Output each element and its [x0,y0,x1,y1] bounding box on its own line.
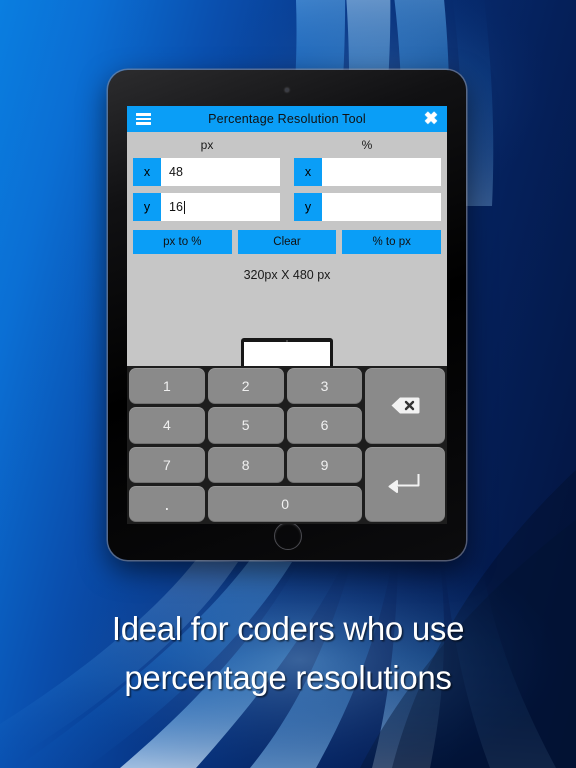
preview-field [244,342,330,366]
key-7[interactable]: 7 [129,446,205,483]
preview-dot-icon [286,340,288,342]
tablet-device: Percentage Resolution Tool ✖ px % x 48 x… [108,70,466,560]
caption-line-1: Ideal for coders who use [111,610,465,647]
keyboard-input-preview [241,338,333,366]
key-5[interactable]: 5 [207,407,284,444]
page-title: Percentage Resolution Tool [208,112,366,126]
close-icon[interactable]: ✖ [423,110,439,127]
backspace-icon [391,397,420,414]
px-y-label: y [133,193,161,221]
key-4[interactable]: 4 [129,407,205,444]
enter-return-icon [388,474,420,494]
numeric-keypad: 1 2 3 4 5 6 7 8 9 . 0 [127,366,447,524]
resolution-result-text: 320px X 480 px [243,268,331,282]
action-button-row: px to % Clear % to px [127,230,447,254]
px-x-label: x [133,158,161,186]
app-screen: Percentage Resolution Tool ✖ px % x 48 x… [127,106,447,524]
pct-y-field-group: y [294,193,441,221]
clear-button[interactable]: Clear [237,230,337,254]
key-6[interactable]: 6 [286,407,363,444]
key-decimal[interactable]: . [129,485,205,522]
x-input-row: x 48 x [127,158,447,186]
key-1[interactable]: 1 [129,368,205,405]
keyboard-preview-area [127,282,447,366]
px-y-input-value: 16 [169,200,183,214]
pct-x-field-group: x [294,158,441,186]
px-y-field-group: y 16 [133,193,280,221]
caption-line-2: percentage resolutions [124,659,452,696]
percent-to-px-button[interactable]: % to px [342,230,442,254]
text-caret [183,200,185,214]
percent-column-label: % [361,138,373,152]
key-2[interactable]: 2 [207,368,284,405]
home-button[interactable] [274,522,302,550]
px-x-input[interactable]: 48 [161,158,280,186]
enter-key[interactable] [365,446,445,522]
key-0[interactable]: 0 [207,485,363,522]
px-x-field-group: x 48 [133,158,280,186]
px-y-input[interactable]: 16 [161,193,280,221]
pct-y-label: y [294,193,322,221]
px-to-percent-button[interactable]: px to % [133,230,232,254]
y-input-row: y 16 y [127,193,447,221]
key-8[interactable]: 8 [207,446,284,483]
key-9[interactable]: 9 [286,446,363,483]
pct-x-label: x [294,158,322,186]
unit-header-row: px % [127,132,447,158]
pct-x-input[interactable] [322,158,441,186]
front-camera-icon [285,88,289,92]
key-3[interactable]: 3 [286,368,363,405]
app-title-bar: Percentage Resolution Tool ✖ [127,106,447,132]
backspace-key[interactable] [365,368,445,444]
marketing-caption: Ideal for coders who use percentage reso… [0,604,576,702]
pct-y-input[interactable] [322,193,441,221]
px-column-label: px [200,138,214,152]
hamburger-icon[interactable] [136,113,151,125]
